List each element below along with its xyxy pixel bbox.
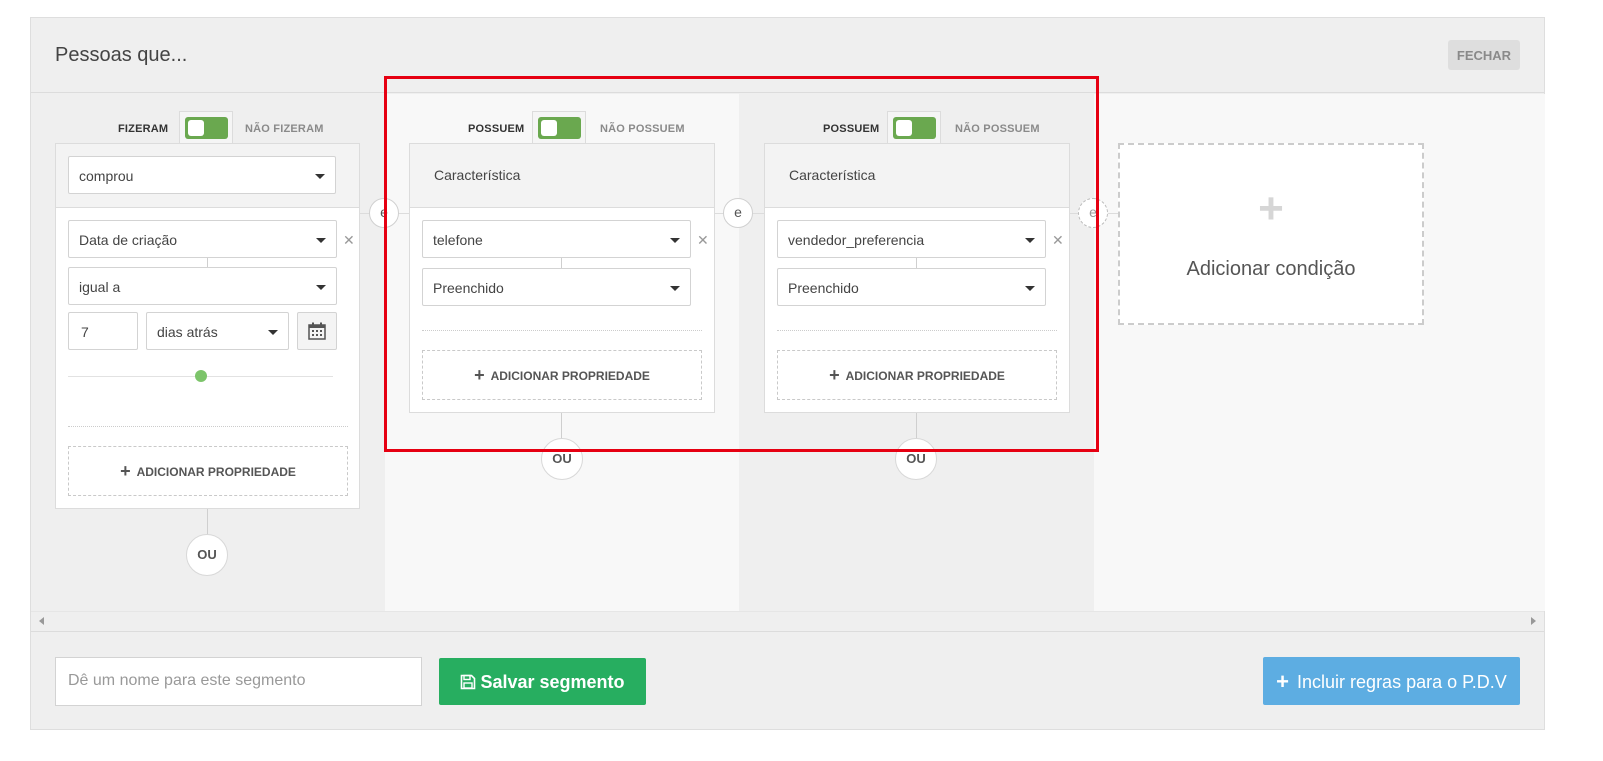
toggle-knob [188,120,204,136]
card-head: Característica [765,144,1069,208]
panel-footer: Dê um nome para este segmento Salvar seg… [31,632,1544,731]
plus-icon: + [829,365,840,385]
card-divider [777,330,1057,331]
save-segment-label: Salvar segmento [480,672,625,692]
calendar-button[interactable] [297,312,337,350]
toggle-knob [896,120,912,136]
card-divider [68,426,348,427]
horizontal-scrollbar[interactable] [31,611,1544,632]
condition-card-2: Característica telefone ✕ Preenchido + AD… [409,143,715,413]
did-toggle-switch[interactable] [185,117,228,139]
chevron-down-icon [1025,286,1035,291]
add-property-label: ADICIONAR PROPRIEDADE [845,369,1005,383]
chevron-down-icon [670,286,680,291]
operator-select-value: igual a [79,279,121,295]
days-unit-select-value: dias atrás [157,324,218,340]
condition-column-2: POSSUEM NÃO POSSUEM Característica telef… [385,94,739,611]
toggle-label-do-not-have[interactable]: NÃO POSSUEM [600,123,685,135]
card-head: Característica [410,144,714,208]
property-select[interactable]: Data de criação [68,220,337,258]
characteristic-field: Característica [777,156,1057,194]
toggle-label-have: POSSUEM [823,123,880,135]
plus-icon: + [474,365,485,385]
add-condition-column: + Adicionar condição [1094,94,1545,611]
save-segment-button[interactable]: Salvar segmento [439,658,646,705]
event-select[interactable]: comprou [68,156,336,194]
card-head: comprou [56,144,359,208]
condition-toggle-row: FIZERAM NÃO FIZERAM [31,111,385,144]
toggle-box [179,111,233,144]
close-button[interactable]: FECHAR [1448,40,1520,70]
card-divider [422,330,702,331]
and-connector[interactable]: e [369,198,399,228]
or-button[interactable]: OU [895,438,937,480]
remove-property-icon[interactable]: ✕ [1052,232,1064,249]
chevron-down-icon [316,285,326,290]
add-property-button[interactable]: + ADICIONAR PROPRIEDADE [777,350,1057,400]
panel-header: Pessoas que... FECHAR [31,18,1544,93]
condition-column-3: POSSUEM NÃO POSSUEM Característica vende… [740,94,1094,611]
condition-toggle-row: POSSUEM NÃO POSSUEM [740,111,1094,144]
add-property-button[interactable]: + ADICIONAR PROPRIEDADE [422,350,702,400]
property-select-value: telefone [433,232,483,248]
scroll-left-icon[interactable] [39,617,44,625]
toggle-box [887,111,941,144]
chevron-down-icon [268,330,278,335]
condition-column-1: FIZERAM NÃO FIZERAM comprou Data de cria… [31,94,385,611]
have-toggle-switch[interactable] [538,117,581,139]
chevron-down-icon [670,238,680,243]
slider-handle[interactable] [195,370,207,382]
add-property-label: ADICIONAR PROPRIEDADE [490,369,650,383]
days-value-input[interactable]: 7 [68,312,138,350]
plus-icon: + [120,461,131,481]
toggle-label-did-not[interactable]: NÃO FIZERAM [245,123,324,135]
toggle-box [532,111,586,144]
chevron-down-icon [1025,238,1035,243]
toggle-label-did: FIZERAM [118,123,169,135]
chevron-down-icon [316,238,326,243]
characteristic-field: Característica [422,156,702,194]
chevron-down-icon [315,174,325,179]
have-toggle-switch[interactable] [893,117,936,139]
segment-name-input[interactable]: Dê um nome para este segmento [55,657,422,706]
include-pdv-rules-button[interactable]: + Incluir regras para o P.D.V [1263,657,1520,705]
floppy-disk-icon [461,674,476,690]
operator-select-value: Preenchido [788,280,859,296]
panel-title: Pessoas que... [55,44,188,66]
or-button[interactable]: OU [186,534,228,576]
plus-icon: + [1258,184,1284,233]
operator-select[interactable]: Preenchido [422,268,691,306]
add-property-label: ADICIONAR PROPRIEDADE [136,465,296,479]
operator-select[interactable]: Preenchido [777,268,1046,306]
scroll-right-icon[interactable] [1531,617,1536,625]
and-connector-pending[interactable]: e [1078,198,1108,228]
add-condition-label: Adicionar condição [1186,258,1356,280]
plus-icon: + [1276,669,1290,694]
toggle-label-do-not-have[interactable]: NÃO POSSUEM [955,123,1040,135]
toggle-label-have: POSSUEM [468,123,525,135]
condition-toggle-row: POSSUEM NÃO POSSUEM [385,111,739,144]
operator-select[interactable]: igual a [68,267,337,305]
toggle-knob [541,120,557,136]
days-value-text: 7 [81,324,89,340]
remove-property-icon[interactable]: ✕ [697,232,709,249]
condition-card-1: comprou Data de criação ✕ igual a 7 dias… [55,143,360,509]
condition-card-3: Característica vendedor_preferencia ✕ Pr… [764,143,1070,413]
days-unit-select[interactable]: dias atrás [146,312,289,350]
or-button[interactable]: OU [541,438,583,480]
property-select[interactable]: vendedor_preferencia [777,220,1046,258]
remove-property-icon[interactable]: ✕ [343,232,355,249]
property-select[interactable]: telefone [422,220,691,258]
property-select-value: Data de criação [79,232,178,248]
and-connector[interactable]: e [723,198,753,228]
operator-select-value: Preenchido [433,280,504,296]
include-pdv-rules-label: Incluir regras para o P.D.V [1297,672,1507,692]
calendar-icon [308,322,326,340]
segment-builder-panel: Pessoas que... FECHAR FIZERAM NÃO FIZERA… [30,17,1545,730]
property-select-value: vendedor_preferencia [788,232,925,248]
add-property-button[interactable]: + ADICIONAR PROPRIEDADE [68,446,348,496]
add-condition-button[interactable]: + Adicionar condição [1118,143,1424,325]
event-select-value: comprou [79,168,134,184]
